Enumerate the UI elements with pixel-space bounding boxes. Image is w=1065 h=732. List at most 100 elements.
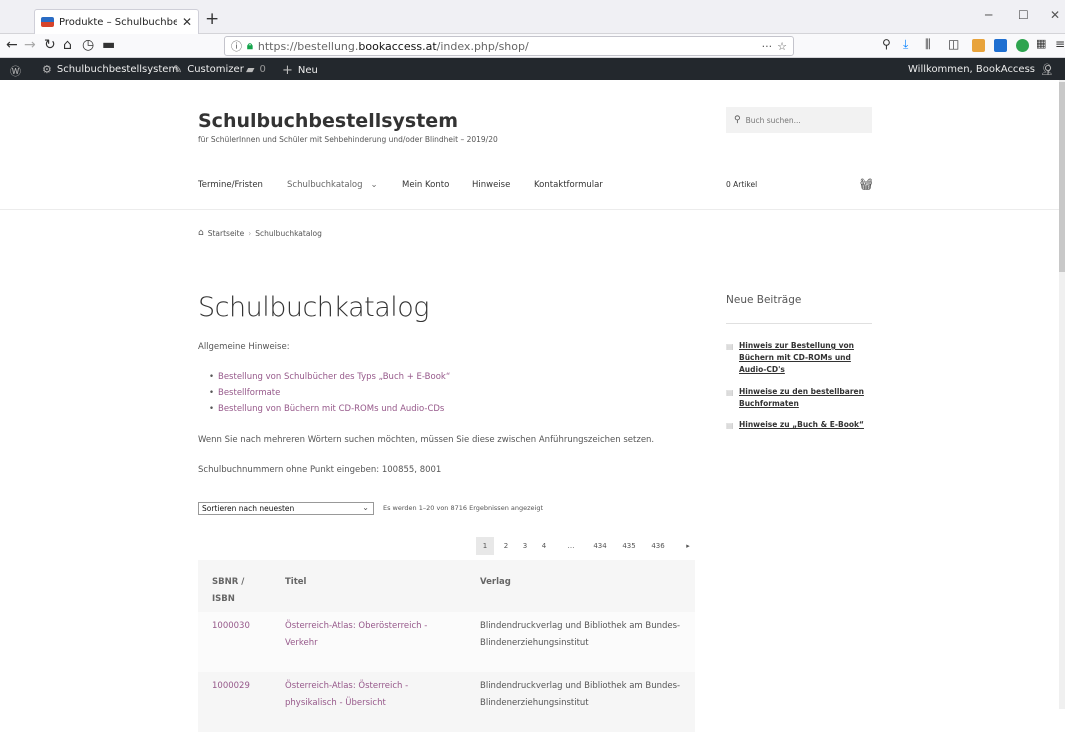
row-verlag-cont: Blindenerziehungsinstitut — [480, 638, 589, 648]
nav-item-mein-konto[interactable]: Mein Konto — [402, 180, 449, 190]
row-title-link-cont[interactable]: Verkehr — [285, 635, 318, 652]
library-icon[interactable]: ⫼ — [925, 37, 931, 52]
link-cd-roms[interactable]: Bestellung von Büchern mit CD-ROMs und A… — [209, 404, 444, 414]
sidebar-post-link[interactable]: ▤ Hinweise zu „Buch & E-Book“ — [726, 419, 872, 431]
row-title-link-cont[interactable]: physikalisch - Übersicht — [285, 695, 386, 712]
search-input[interactable]: ⚲ Buch suchen... — [726, 107, 872, 133]
comment-icon: ▰ — [246, 63, 255, 76]
tab-title: Produkte – Schulbuchbestellsys — [59, 16, 177, 28]
sort-select-value: Sortieren nach neuesten — [202, 504, 295, 513]
reload-icon[interactable]: ↻ — [44, 37, 56, 53]
row-verlag: Blindendruckverlag und Bibliothek am Bun… — [480, 681, 681, 691]
extension-3-icon[interactable] — [1016, 39, 1029, 52]
dashboard-icon: ⚙ — [42, 63, 52, 76]
downloads-icon[interactable]: ⤓ — [903, 37, 908, 52]
brush-icon: ✎ — [173, 63, 183, 76]
browser-tab[interactable]: Produkte – Schulbuchbestellsys ✕ — [34, 9, 199, 34]
browser-nav-bar: ← → ↻ ⌂ ◷ ▬ ⓘ 🔒︎ https://bestellung.book… — [0, 34, 1065, 58]
adminbar-account-link[interactable]: Willkommen, BookAccess 👤︎ — [908, 63, 1054, 76]
breadcrumb-separator: › — [248, 228, 252, 238]
next-page-icon[interactable]: ▸ — [679, 537, 697, 555]
info-icon[interactable]: ⓘ — [231, 38, 242, 54]
site-favicon-icon — [41, 17, 54, 27]
intro-text: Allgemeine Hinweise: — [198, 342, 290, 352]
column-header-titel: Titel — [285, 577, 307, 587]
link-bestellformate[interactable]: Bestellformate — [209, 388, 280, 398]
back-icon[interactable]: ← — [6, 37, 18, 53]
plus-icon: + — [282, 63, 293, 78]
search-hint: Wenn Sie nach mehreren Wörtern suchen mö… — [198, 435, 655, 445]
chevron-down-icon: ⌄ — [362, 503, 369, 512]
nav-item-termine[interactable]: Termine/Fristen — [198, 180, 263, 190]
adminbar-comments-link[interactable]: ▰ 0 — [246, 63, 266, 76]
adminbar-customizer-link[interactable]: ✎ Customizer — [173, 63, 244, 76]
nav-item-schulbuchkatalog[interactable]: Schulbuchkatalog ⌄ — [287, 180, 378, 190]
browser-tab-bar: Produkte – Schulbuchbestellsys ✕ + ─ ☐ ✕ — [0, 0, 1065, 34]
header-divider — [0, 209, 1065, 210]
breadcrumb-home-link[interactable]: Startseite — [208, 229, 244, 238]
window-close-icon[interactable]: ✕ — [1050, 8, 1060, 22]
sidebar-post-link[interactable]: ▤ Hinweise zu den bestellbaren Buchformat… — [726, 386, 872, 410]
row-verlag-cont: Blindenerziehungsinstitut — [480, 698, 589, 708]
search-icon: ⚲ — [734, 115, 741, 125]
sidebar-title: Neue Beiträge — [726, 294, 802, 306]
site-description: für SchülerInnen und Schüler mit Sehbehi… — [198, 135, 498, 144]
adminbar-new-link[interactable]: + Neu — [282, 63, 318, 78]
adminbar-comments-count: 0 — [259, 64, 266, 75]
adminbar-site-label: Schulbuchbestellsystem — [56, 64, 179, 75]
site-title[interactable]: Schulbuchbestellsystem — [198, 110, 458, 132]
extension-1-icon[interactable] — [972, 39, 985, 52]
document-icon: ▤ — [726, 421, 734, 430]
page-link-434[interactable]: 434 — [591, 537, 609, 555]
page-link-4[interactable]: 4 — [535, 537, 553, 555]
adminbar-new-label: Neu — [297, 65, 318, 76]
page-title: Schulbuchkatalog — [198, 292, 429, 323]
minimize-icon[interactable]: ─ — [985, 8, 992, 22]
history-icon[interactable]: ◷ — [82, 37, 94, 53]
maximize-icon[interactable]: ☐ — [1018, 8, 1029, 22]
forward-icon[interactable]: → — [24, 37, 36, 53]
new-tab-button[interactable]: + — [205, 9, 219, 29]
adminbar-search-icon[interactable]: ⚲ — [1044, 63, 1052, 76]
row-sbnr-link[interactable]: 1000030 — [212, 618, 250, 635]
row-title-link[interactable]: Österreich-Atlas: Oberösterreich - — [285, 618, 427, 635]
page-actions-icon[interactable]: ··· — [762, 40, 773, 53]
breadcrumb: ⌂ Startseite › Schulbuchkatalog — [198, 228, 322, 238]
row-title-link[interactable]: Österreich-Atlas: Österreich - — [285, 678, 408, 695]
basket-icon[interactable]: 🧺︎ — [859, 178, 873, 191]
row-sbnr-link[interactable]: 1000029 — [212, 678, 250, 695]
extension-2-icon[interactable] — [994, 39, 1007, 52]
page-link-436[interactable]: 436 — [649, 537, 667, 555]
page-link-3[interactable]: 3 — [516, 537, 534, 555]
address-bar[interactable]: ⓘ 🔒︎ https://bestellung.bookaccess.at/in… — [224, 36, 794, 56]
extension-4-icon[interactable]: ▦ — [1036, 37, 1046, 50]
sort-select[interactable]: Sortieren nach neuesten ⌄ — [198, 502, 374, 515]
breadcrumb-current: Schulbuchkatalog — [255, 228, 322, 238]
bookmark-star-icon[interactable]: ☆ — [777, 40, 787, 53]
pocket-icon[interactable]: ⚲ — [882, 37, 891, 51]
nav-item-kontaktformular[interactable]: Kontaktformular — [534, 180, 603, 190]
sidebar-icon[interactable]: ◫ — [948, 37, 959, 51]
sidebar-post-link[interactable]: ▤ Hinweis zur Bestellung von Büchern mit … — [726, 340, 872, 376]
menu-icon[interactable]: ≡ — [1055, 37, 1065, 51]
table-header-row — [198, 560, 695, 612]
lock-icon[interactable]: 🔒︎ — [247, 39, 253, 53]
scrollbar-thumb[interactable] — [1059, 82, 1065, 272]
adminbar-site-link[interactable]: ⚙ Schulbuchbestellsystem — [42, 63, 178, 76]
nav-item-hinweise[interactable]: Hinweise — [472, 180, 510, 190]
page-link-2[interactable]: 2 — [497, 537, 515, 555]
close-tab-icon[interactable]: ✕ — [182, 15, 192, 29]
wordpress-logo-icon[interactable]: Ⓦ — [10, 63, 21, 79]
column-header-sbnr: SBNR / ISBN — [212, 577, 245, 604]
link-buch-ebook[interactable]: Bestellung von Schulbücher des Typs „Buc… — [209, 372, 450, 382]
home-icon[interactable]: ⌂ — [63, 37, 72, 53]
number-hint: Schulbuchnummern ohne Punkt eingeben: 10… — [198, 465, 442, 475]
page-content: Schulbuchbestellsystem für SchülerInnen … — [0, 80, 1065, 732]
reader-icon[interactable]: ▬ — [102, 37, 115, 53]
cart-count[interactable]: 0 Artikel — [726, 180, 757, 189]
page-link-435[interactable]: 435 — [620, 537, 638, 555]
page-link-1[interactable]: 1 — [476, 537, 494, 555]
wp-admin-bar: Ⓦ ⚙ Schulbuchbestellsystem ✎ Customizer ▰ 0… — [0, 58, 1065, 80]
home-icon: ⌂ — [198, 228, 204, 238]
adminbar-customizer-label: Customizer — [187, 64, 244, 75]
